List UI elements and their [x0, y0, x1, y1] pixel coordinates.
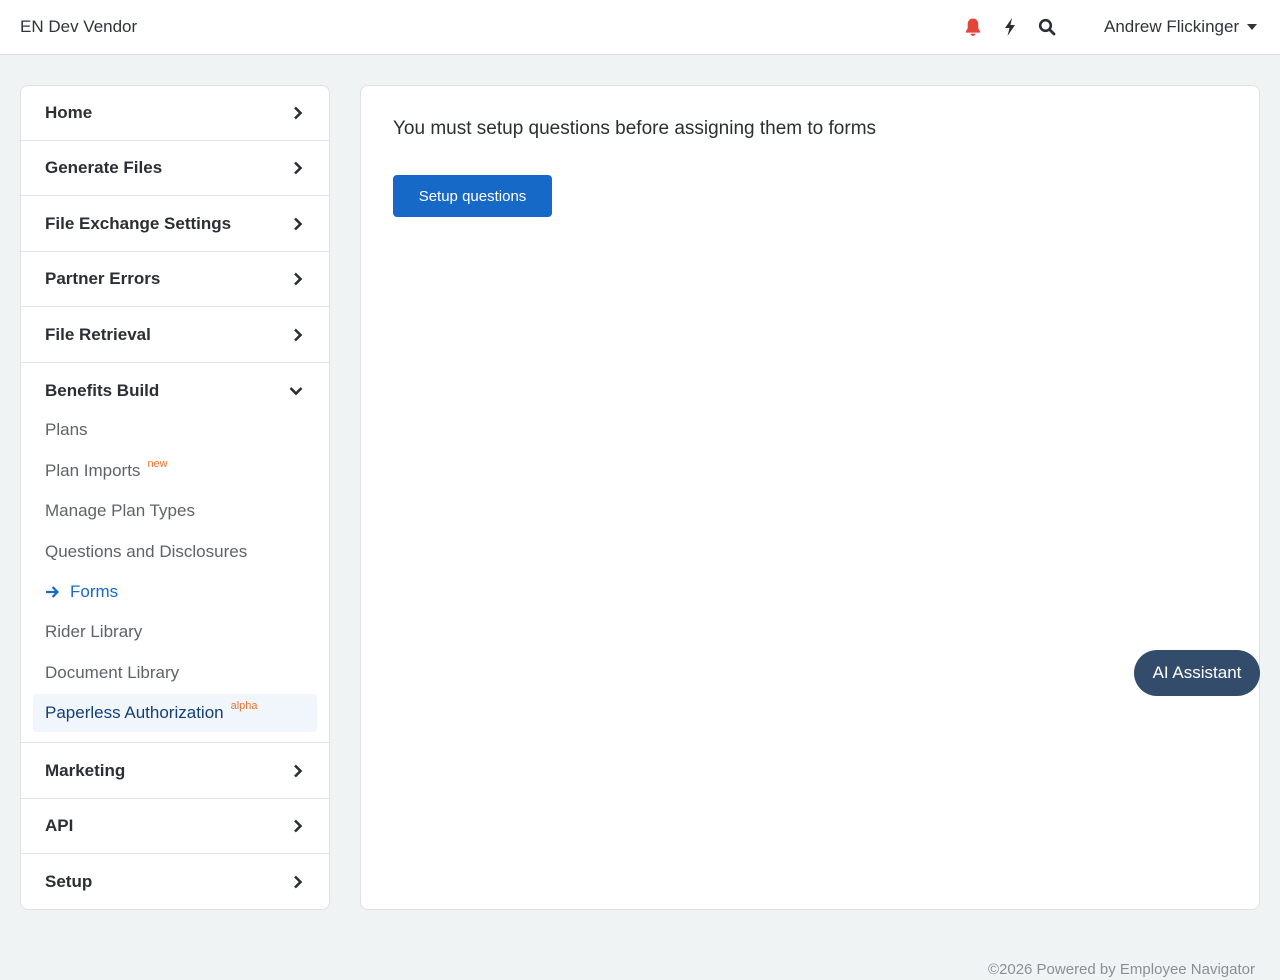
- sidebar-item-label: Plan Imports: [45, 461, 141, 480]
- ai-assistant-button[interactable]: AI Assistant: [1134, 650, 1260, 696]
- setup-required-message: You must setup questions before assignin…: [393, 118, 877, 139]
- chevron-right-icon: [294, 328, 303, 342]
- main-content-card: You must setup questions before assignin…: [360, 85, 1260, 910]
- sidebar-item-label: Forms: [70, 582, 119, 601]
- chevron-down-icon: [289, 386, 303, 395]
- sidebar-section-label: Partner Errors: [45, 269, 161, 288]
- sidebar-section-file-exchange-settings[interactable]: File Exchange Settings: [21, 197, 329, 252]
- search-icon[interactable]: [1037, 16, 1057, 38]
- sidebar-section-label: Setup: [45, 871, 93, 891]
- user-name: Andrew Flickinger: [1104, 17, 1240, 36]
- sidebar-item-manage-plan-types[interactable]: Manage Plan Types: [33, 492, 317, 530]
- sidebar-item-label: Rider Library: [45, 622, 143, 641]
- sidebar-section-label: File Exchange Settings: [45, 214, 232, 233]
- sidebar-item-paperless-authorization[interactable]: Paperless Authorization alpha: [33, 694, 317, 732]
- brand-name[interactable]: EN Dev Vendor: [20, 17, 137, 37]
- sidebar: Home Generate Files File Exchange Settin…: [20, 85, 330, 910]
- top-navbar: EN Dev Vendor Andrew Flickinger: [0, 0, 1280, 55]
- chevron-right-icon: [294, 106, 303, 120]
- chevron-right-icon: [294, 272, 303, 286]
- arrow-right-icon: [45, 585, 60, 599]
- sidebar-item-label: Document Library: [45, 663, 180, 682]
- sidebar-section-label: Home: [45, 103, 93, 122]
- sidebar-section-label: API: [45, 816, 74, 835]
- sidebar-item-document-library[interactable]: Document Library: [33, 654, 317, 692]
- sidebar-item-questions-and-disclosures[interactable]: Questions and Disclosures: [33, 533, 317, 571]
- new-badge: new: [147, 458, 168, 470]
- chevron-right-icon: [294, 217, 303, 231]
- setup-questions-button[interactable]: Setup questions: [393, 175, 552, 217]
- alpha-badge: alpha: [230, 700, 258, 712]
- sidebar-section-label: Generate Files: [45, 158, 163, 177]
- sidebar-section-partner-errors[interactable]: Partner Errors: [21, 252, 329, 307]
- caret-down-icon: [1247, 24, 1258, 30]
- sidebar-section-generate-files[interactable]: Generate Files: [21, 141, 329, 196]
- sidebar-section-benefits-build-header[interactable]: Benefits Build: [21, 363, 329, 418]
- sidebar-item-label: Questions and Disclosures: [45, 542, 248, 561]
- chevron-right-icon: [294, 764, 303, 778]
- sidebar-section-label: File Retrieval: [45, 325, 151, 344]
- user-menu[interactable]: Andrew Flickinger: [1104, 17, 1258, 37]
- sidebar-section-home[interactable]: Home: [21, 86, 329, 141]
- sidebar-section-file-retrieval[interactable]: File Retrieval: [21, 308, 329, 363]
- bolt-icon[interactable]: [1000, 16, 1020, 38]
- sidebar-item-label: Paperless Authorization: [45, 703, 224, 722]
- chevron-right-icon: [294, 875, 303, 888]
- sidebar-item-plans[interactable]: Plans: [33, 411, 317, 449]
- sidebar-item-label: Plans: [45, 420, 88, 439]
- sidebar-item-label: Manage Plan Types: [45, 501, 195, 520]
- sidebar-section-marketing[interactable]: Marketing: [21, 744, 329, 799]
- chevron-right-icon: [294, 161, 303, 175]
- sidebar-item-forms[interactable]: Forms: [33, 573, 317, 611]
- bell-icon[interactable]: [963, 16, 983, 38]
- sidebar-section-setup[interactable]: Setup: [21, 854, 329, 909]
- footer-text: ©2026 Powered by Employee Navigator: [987, 961, 1255, 978]
- sidebar-section-label: Benefits Build: [45, 380, 160, 400]
- sidebar-item-rider-library[interactable]: Rider Library: [33, 613, 317, 651]
- sidebar-section-api[interactable]: API: [21, 799, 329, 854]
- chevron-right-icon: [294, 819, 303, 833]
- sidebar-item-plan-imports[interactable]: Plan Imports new: [33, 452, 317, 490]
- sidebar-section-label: Marketing: [45, 761, 126, 780]
- sidebar-section-benefits-build: Benefits Build Plans Plan Imports new Ma…: [21, 363, 329, 743]
